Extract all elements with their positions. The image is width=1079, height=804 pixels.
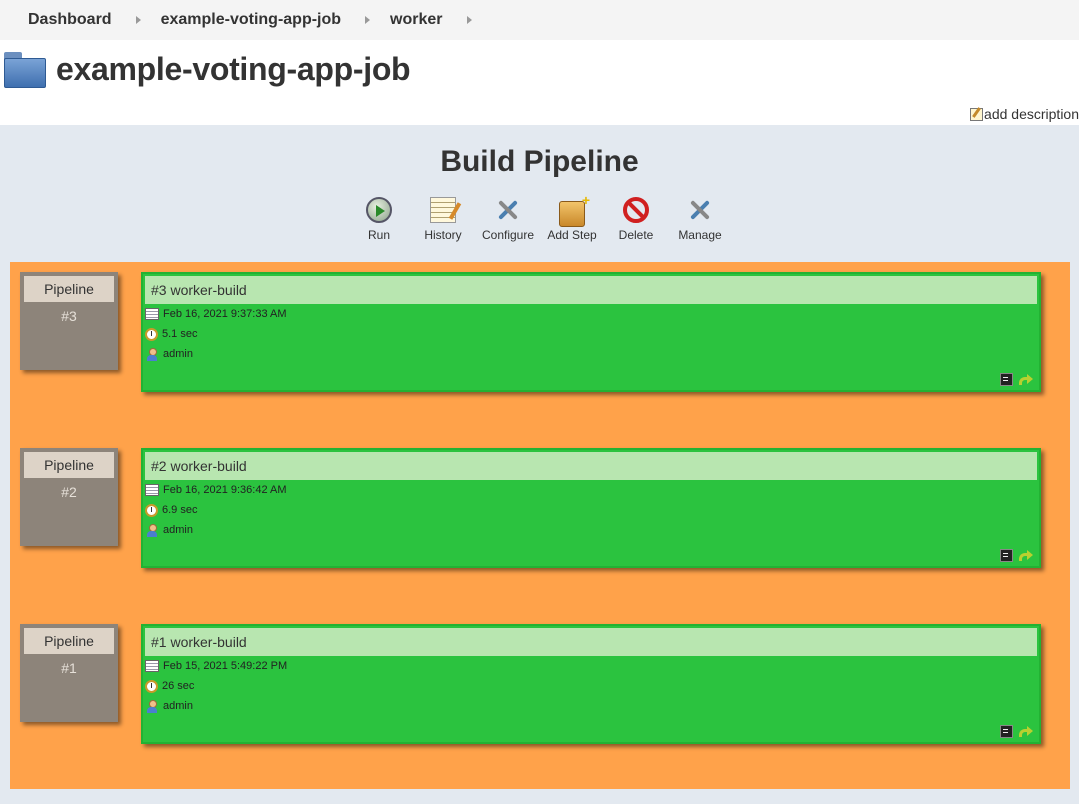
build-duration-text: 26 sec (162, 680, 195, 692)
console-icon[interactable] (1000, 549, 1013, 562)
build-date-text: Feb 15, 2021 5:49:22 PM (163, 660, 288, 672)
build-date: Feb 16, 2021 9:36:42 AM (143, 480, 1039, 500)
build-user-text: admin (163, 700, 193, 712)
pipeline-box[interactable]: Pipeline #2 (20, 448, 118, 546)
build-duration-text: 6.9 sec (162, 504, 198, 516)
history-icon (430, 197, 456, 223)
console-icon[interactable] (1000, 373, 1013, 386)
pipeline-label: Pipeline (24, 452, 114, 478)
build-date: Feb 15, 2021 5:49:22 PM (143, 656, 1039, 676)
manage-label: Manage (678, 228, 722, 242)
build-user: admin (143, 696, 1039, 716)
calendar-icon (145, 660, 159, 672)
chevron-right-icon[interactable] (365, 16, 371, 24)
build-card: #2 worker-build Feb 16, 2021 9:36:42 AM … (141, 448, 1041, 568)
build-user-text: admin (163, 348, 193, 360)
rerun-icon[interactable] (1019, 725, 1033, 738)
rerun-icon[interactable] (1019, 373, 1033, 386)
chevron-right-icon[interactable] (135, 16, 141, 24)
breadcrumb-worker[interactable]: worker (390, 11, 491, 29)
build-user: admin (143, 520, 1039, 540)
build-actions (1000, 373, 1033, 386)
build-date-text: Feb 16, 2021 9:36:42 AM (163, 484, 287, 496)
breadcrumb-label: Dashboard (28, 11, 112, 28)
build-date: Feb 16, 2021 9:37:33 AM (143, 304, 1039, 324)
build-user: admin (143, 344, 1039, 364)
pipeline-number: #3 (61, 308, 77, 324)
edit-icon (970, 107, 984, 121)
build-title-link[interactable]: #1 worker-build (145, 628, 1037, 656)
manage-button[interactable]: Manage (668, 197, 732, 242)
rerun-icon[interactable] (1019, 549, 1033, 562)
console-icon[interactable] (1000, 725, 1013, 738)
pipeline-box[interactable]: Pipeline #1 (20, 624, 118, 722)
pipeline-toolbar: Run History Configure Add Step Delete Ma… (0, 192, 1079, 247)
add-step-icon (559, 192, 590, 227)
clock-icon (145, 327, 158, 341)
page-title: example-voting-app-job (56, 50, 411, 87)
add-description-link[interactable]: add description (970, 106, 1079, 122)
add-description-label: add description (984, 106, 1079, 122)
add-step-label: Add Step (547, 228, 597, 242)
run-label: Run (367, 228, 390, 242)
build-title-link[interactable]: #3 worker-build (145, 276, 1037, 304)
breadcrumb-job[interactable]: example-voting-app-job (161, 11, 390, 29)
clock-icon (145, 503, 158, 517)
pipeline-label: Pipeline (24, 628, 114, 654)
clock-icon (145, 679, 158, 693)
build-user-text: admin (163, 524, 193, 536)
delete-label: Delete (618, 228, 654, 242)
build-card: #1 worker-build Feb 15, 2021 5:49:22 PM … (141, 624, 1041, 744)
configure-label: Configure (481, 228, 535, 242)
pipeline-title: Build Pipeline (440, 145, 639, 178)
build-duration: 5.1 sec (143, 324, 1039, 344)
build-duration-text: 5.1 sec (162, 328, 198, 340)
pipeline-number: #1 (61, 660, 77, 676)
configure-button[interactable]: Configure (476, 197, 540, 242)
build-actions (1000, 549, 1033, 562)
pipeline-box[interactable]: Pipeline #3 (20, 272, 118, 370)
build-duration: 6.9 sec (143, 500, 1039, 520)
build-date-text: Feb 16, 2021 9:37:33 AM (163, 308, 287, 320)
calendar-icon (145, 308, 159, 320)
breadcrumb: Dashboard example-voting-app-job worker (0, 0, 1079, 40)
build-card: #3 worker-build Feb 16, 2021 9:37:33 AM … (141, 272, 1041, 392)
build-title-link[interactable]: #2 worker-build (145, 452, 1037, 480)
history-label: History (424, 228, 462, 242)
add-step-button[interactable]: Add Step (540, 192, 604, 242)
delete-icon (623, 197, 649, 223)
user-icon (145, 700, 159, 713)
build-actions (1000, 725, 1033, 738)
run-button[interactable]: Run (347, 197, 411, 242)
page-header: example-voting-app-job (4, 50, 411, 88)
breadcrumb-dashboard[interactable]: Dashboard (0, 11, 161, 29)
pipeline-area: Pipeline #3 #3 worker-build Feb 16, 2021… (10, 262, 1070, 789)
configure-icon (495, 197, 521, 223)
user-icon (145, 348, 159, 361)
breadcrumb-label: worker (390, 11, 443, 28)
build-pipeline-panel: Build Pipeline Run History Configure Add… (0, 125, 1079, 804)
chevron-right-icon[interactable] (466, 16, 472, 24)
pipeline-label: Pipeline (24, 276, 114, 302)
history-button[interactable]: History (411, 197, 475, 242)
delete-button[interactable]: Delete (604, 197, 668, 242)
folder-icon (4, 50, 46, 88)
pipeline-number: #2 (61, 484, 77, 500)
build-duration: 26 sec (143, 676, 1039, 696)
manage-icon (687, 197, 713, 223)
breadcrumb-label: example-voting-app-job (160, 11, 342, 28)
run-icon (366, 197, 392, 223)
user-icon (145, 524, 159, 537)
calendar-icon (145, 484, 159, 496)
